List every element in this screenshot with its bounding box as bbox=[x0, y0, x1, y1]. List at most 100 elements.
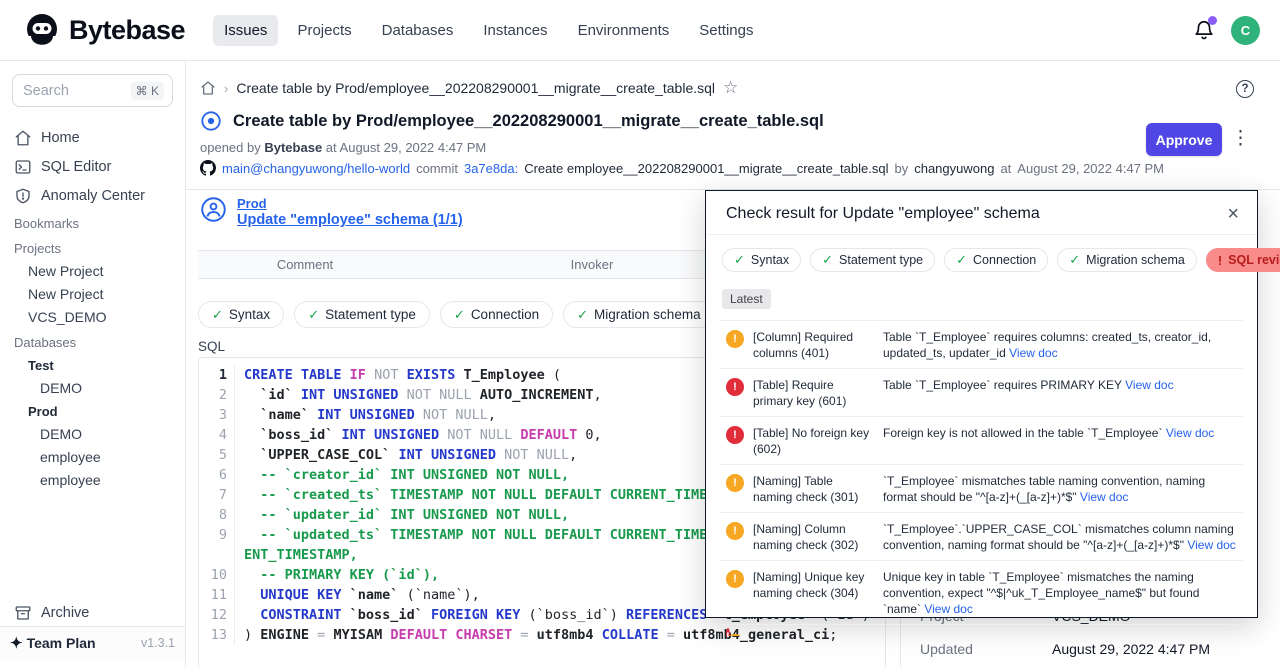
sidebar-item-employee[interactable]: employee bbox=[0, 469, 185, 492]
bytebase-logo[interactable]: Bytebase bbox=[24, 12, 185, 48]
line-number: 6 bbox=[199, 465, 235, 485]
nav-item-settings[interactable]: Settings bbox=[688, 15, 764, 46]
sidebar-item-new-project[interactable]: New Project bbox=[0, 283, 185, 306]
sql-review-result-list: ![Column] Required columns (401)Table `T… bbox=[720, 320, 1243, 636]
vcs-commit-link[interactable]: 3a7e8da: bbox=[464, 161, 518, 176]
stage-task-link[interactable]: Update "employee" schema (1/1) bbox=[237, 212, 463, 228]
view-doc-link[interactable]: View doc bbox=[1009, 346, 1057, 360]
modal-header: Check result for Update "employee" schem… bbox=[706, 191, 1257, 235]
sidebar-item-vcs-demo[interactable]: VCS_DEMO bbox=[0, 306, 185, 329]
sidebar-item-demo[interactable]: DEMO bbox=[0, 377, 185, 400]
check-pill-statement-type[interactable]: ✓Statement type bbox=[810, 248, 935, 272]
line-number: 2 bbox=[199, 385, 235, 405]
approve-button[interactable]: Approve bbox=[1146, 123, 1222, 156]
rule-message: Unique key in table `T_Employee` mismatc… bbox=[883, 569, 1239, 617]
view-doc-link[interactable]: View doc bbox=[924, 602, 972, 616]
view-doc-link[interactable]: View doc bbox=[1166, 426, 1214, 440]
detail-row-updated: UpdatedAugust 29, 2022 4:47 PM bbox=[920, 641, 1210, 657]
check-pill-migration-schema[interactable]: ✓Migration schema bbox=[1057, 248, 1197, 272]
line-number: 5 bbox=[199, 445, 235, 465]
check-pill-statement-type[interactable]: ✓Statement type bbox=[294, 301, 430, 328]
sidebar-item-label: Anomaly Center bbox=[41, 188, 145, 204]
view-doc-link[interactable]: View doc bbox=[1125, 378, 1173, 392]
sidebar-item-sql-editor[interactable]: SQL Editor bbox=[0, 152, 185, 181]
error-icon: ! bbox=[726, 628, 730, 636]
vcs-branch-link[interactable]: main@changyuwong/hello-world bbox=[222, 161, 410, 176]
error-icon: ! bbox=[726, 378, 744, 396]
check-pill-connection[interactable]: ✓Connection bbox=[440, 301, 553, 328]
rule-name: [Naming] Unique key naming check (304) bbox=[753, 569, 871, 601]
bytebase-app: Bytebase Issues Projects DatabasesInstance… bbox=[0, 0, 1280, 667]
sidebar-item-home[interactable]: Home bbox=[0, 123, 185, 152]
detail-value: August 29, 2022 4:47 PM bbox=[1052, 641, 1210, 657]
bytebase-logo-icon bbox=[24, 12, 60, 48]
check-icon: ✓ bbox=[734, 252, 745, 268]
search-input[interactable]: Search ⌘ K bbox=[12, 74, 173, 107]
breadcrumb: › Create table by Prod/employee__2022082… bbox=[200, 78, 738, 98]
view-doc-link[interactable]: View doc bbox=[1080, 490, 1128, 504]
home-breadcrumb-icon[interactable] bbox=[200, 80, 216, 96]
sidebar-item-employee[interactable]: employee bbox=[0, 446, 185, 469]
check-pill-sql-review[interactable]: !SQL review bbox=[1206, 248, 1280, 272]
brand-name: Bytebase bbox=[69, 15, 185, 46]
sidebar-item-demo[interactable]: DEMO bbox=[0, 423, 185, 446]
bookmark-star-icon[interactable]: ☆ bbox=[723, 78, 738, 98]
line-number: 10 bbox=[199, 565, 235, 585]
check-pill-syntax[interactable]: ✓Syntax bbox=[722, 248, 801, 272]
nav-item-environments[interactable]: Environments bbox=[567, 15, 681, 46]
check-pill-connection[interactable]: ✓Connection bbox=[944, 248, 1048, 272]
sidebar-env-test: Test bbox=[0, 354, 185, 377]
sidebar-content: HomeSQL EditorAnomaly CenterBookmarksPro… bbox=[0, 123, 185, 492]
view-doc-link[interactable]: View doc bbox=[1187, 538, 1235, 552]
sidebar-item-anomaly-center[interactable]: Anomaly Center bbox=[0, 181, 185, 210]
review-result-row: ![Table] Require primary key (601)Table … bbox=[720, 369, 1243, 417]
fail-icon: ! bbox=[1218, 253, 1222, 268]
latest-tab[interactable]: Latest bbox=[722, 289, 771, 309]
archive-label: Archive bbox=[41, 605, 89, 621]
close-icon[interactable]: × bbox=[1227, 205, 1239, 223]
warning-icon: ! bbox=[726, 522, 744, 540]
line-number: 1 bbox=[199, 365, 235, 385]
vcs-commit-row: main@changyuwong/hello-world commit 3a7e… bbox=[200, 160, 1164, 176]
nav-item-instances[interactable]: Instances bbox=[472, 15, 558, 46]
rule-name: [Naming] Foreign key naming check (305) bbox=[753, 633, 871, 636]
check-icon: ✓ bbox=[454, 307, 465, 323]
breadcrumb-chevron-icon: › bbox=[224, 81, 228, 96]
plan-link[interactable]: ✦ Team Plan bbox=[10, 634, 96, 652]
user-avatar[interactable]: C bbox=[1231, 16, 1260, 45]
nav-item-databases[interactable]: Databases bbox=[371, 15, 465, 46]
check-icon: ✓ bbox=[577, 307, 588, 323]
check-pill-syntax[interactable]: ✓Syntax bbox=[198, 301, 284, 328]
sidebar-item-archive[interactable]: Archive bbox=[0, 598, 185, 628]
notification-dot bbox=[1208, 16, 1217, 25]
vcs-committed-at: August 29, 2022 4:47 PM bbox=[1017, 161, 1164, 176]
rule-message: `T_Employee` mismatches table naming con… bbox=[883, 473, 1239, 505]
line-number: 12 bbox=[199, 605, 235, 625]
sidebar-section-bookmarks: Bookmarks bbox=[0, 210, 185, 235]
nav-item-projects[interactable]: Projects bbox=[286, 15, 362, 46]
column-header-comment: Comment bbox=[198, 257, 412, 272]
check-icon: ✓ bbox=[212, 307, 223, 323]
error-icon: ! bbox=[726, 426, 744, 444]
warning-icon: ! bbox=[726, 474, 744, 492]
help-icon[interactable]: ? bbox=[1236, 80, 1254, 98]
line-number: 9 bbox=[199, 525, 235, 565]
notifications-bell-icon[interactable] bbox=[1193, 18, 1215, 42]
review-result-row: ![Naming] Unique key naming check (304)U… bbox=[720, 561, 1243, 625]
check-pill-migration-schema[interactable]: ✓Migration schema bbox=[563, 301, 714, 328]
rule-name: [Table] No foreign key (602) bbox=[753, 425, 871, 457]
sql-section-label: SQL bbox=[198, 339, 225, 354]
breadcrumb-title[interactable]: Create table by Prod/employee__202208290… bbox=[236, 80, 715, 96]
review-result-row: ! [Table] No foreign key (602) Foreign key… bbox=[720, 417, 1243, 465]
line-number: 7 bbox=[199, 485, 235, 505]
nav-item-issues[interactable]: Issues bbox=[213, 15, 278, 46]
check-icon: ✓ bbox=[822, 252, 833, 268]
stage-env-link[interactable]: Prod bbox=[237, 196, 463, 211]
rule-name: [Column] Required columns (401) bbox=[753, 329, 871, 361]
rule-message: Foreign key is not allowed in the table … bbox=[883, 425, 1239, 441]
left-sidebar: Search ⌘ K HomeSQL Editor Anomaly Center B… bbox=[0, 61, 186, 667]
sidebar-item-new-project[interactable]: New Project bbox=[0, 260, 185, 283]
more-options-icon[interactable]: ⋮ bbox=[1231, 127, 1250, 151]
modal-checks-row: ✓Syntax ✓Statement type ✓Connection ✓Migrat… bbox=[706, 235, 1257, 272]
vcs-commit-message: Create employee__202208290001__migrate__… bbox=[524, 161, 888, 176]
